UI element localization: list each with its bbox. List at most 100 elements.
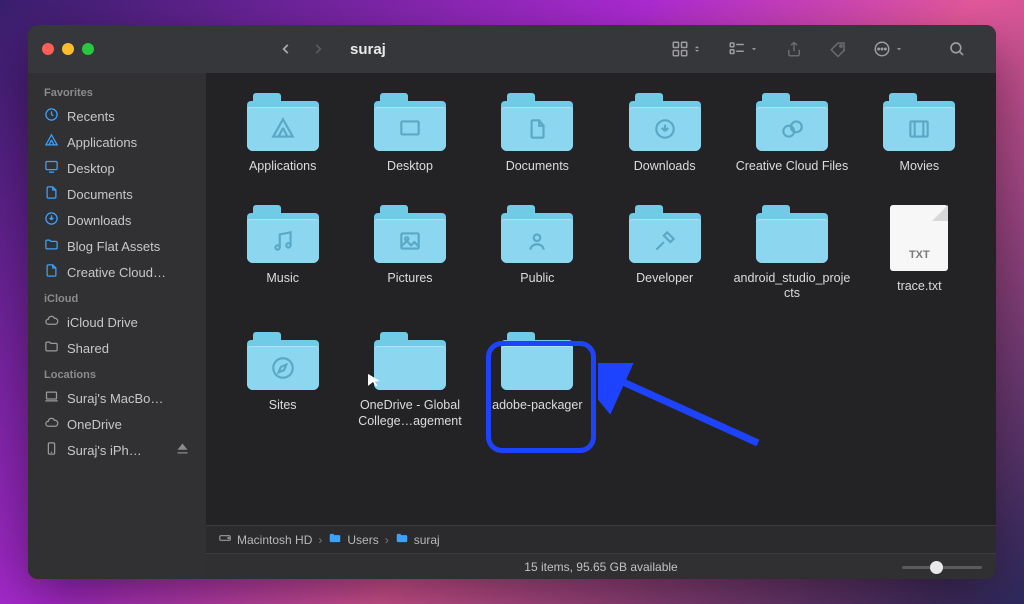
folder-item[interactable]: adobe-packager xyxy=(477,332,597,429)
folder-item[interactable]: Developer xyxy=(605,205,725,302)
folder-icon xyxy=(374,332,446,390)
forward-button[interactable] xyxy=(304,35,332,63)
folder-item[interactable]: android_studio_projects xyxy=(732,205,852,302)
minimize-button[interactable] xyxy=(62,43,74,55)
folder-item[interactable]: Pictures xyxy=(350,205,470,302)
pathbar-label: Macintosh HD xyxy=(237,533,312,547)
group-button[interactable] xyxy=(722,36,765,62)
folder-icon xyxy=(247,332,319,390)
appstore-icon xyxy=(44,133,59,151)
item-label: adobe-packager xyxy=(492,398,582,414)
pathbar-item[interactable]: Macintosh HD xyxy=(218,531,312,548)
titlebar: suraj xyxy=(28,25,996,73)
item-label: Pictures xyxy=(387,271,432,287)
folder-icon xyxy=(247,205,319,263)
file-item[interactable]: TXTtrace.txt xyxy=(859,205,979,302)
back-button[interactable] xyxy=(272,35,300,63)
sidebar-item-macbook[interactable]: Suraj's MacBo… xyxy=(28,385,206,411)
item-label: android_studio_projects xyxy=(733,271,851,302)
sidebar-item-label: Creative Cloud… xyxy=(67,265,166,280)
folder-item[interactable]: Music xyxy=(223,205,343,302)
folder-icon xyxy=(44,339,59,357)
pathbar-label: Users xyxy=(347,533,378,547)
item-label: Documents xyxy=(506,159,569,175)
file-icon: TXT xyxy=(890,205,948,271)
sidebar-item-shared[interactable]: Shared xyxy=(28,335,206,361)
sidebar-item-label: Desktop xyxy=(67,161,115,176)
folder-item[interactable]: Desktop xyxy=(350,93,470,175)
item-label: Applications xyxy=(249,159,316,175)
item-label: Developer xyxy=(636,271,693,287)
finder-window: suraj xyxy=(28,25,996,579)
pathbar-item[interactable]: Users xyxy=(328,531,378,548)
folder-icon xyxy=(374,205,446,263)
folder-icon xyxy=(756,205,828,263)
sidebar-heading: iCloud xyxy=(28,285,206,309)
file-grid-area[interactable]: Applications Desktop Documents Downloads Cre… xyxy=(206,73,996,525)
sidebar-item-recents[interactable]: Recents xyxy=(28,103,206,129)
traffic-lights xyxy=(42,43,94,55)
sidebar-heading: Locations xyxy=(28,361,206,385)
sidebar-item-creative-cloud[interactable]: Creative Cloud… xyxy=(28,259,206,285)
sidebar-item-label: Blog Flat Assets xyxy=(67,239,160,254)
view-icons-button[interactable] xyxy=(665,36,708,62)
sidebar-item-label: Suraj's iPh… xyxy=(67,443,142,458)
folder-item[interactable]: Creative Cloud Files xyxy=(732,93,852,175)
laptop-icon xyxy=(44,389,59,407)
action-button[interactable] xyxy=(867,36,910,62)
item-label: OneDrive - Global College…agement xyxy=(351,398,469,429)
pathbar-label: suraj xyxy=(414,533,440,547)
doc-icon xyxy=(44,185,59,203)
close-button[interactable] xyxy=(42,43,54,55)
item-label: Creative Cloud Files xyxy=(736,159,849,175)
sidebar-item-icloud-drive[interactable]: iCloud Drive xyxy=(28,309,206,335)
sidebar-item-label: Shared xyxy=(67,341,109,356)
icon-size-slider[interactable] xyxy=(902,560,982,574)
pathbar: Macintosh HD › Users › suraj xyxy=(206,525,996,553)
desktop-icon xyxy=(44,159,59,177)
item-label: Desktop xyxy=(387,159,433,175)
download-icon xyxy=(44,211,59,229)
tags-button[interactable] xyxy=(823,36,853,62)
sidebar-item-desktop[interactable]: Desktop xyxy=(28,155,206,181)
zoom-button[interactable] xyxy=(82,43,94,55)
cloud-icon xyxy=(44,415,59,433)
folder-item[interactable]: Downloads xyxy=(605,93,725,175)
folder-icon xyxy=(501,332,573,390)
pathbar-item[interactable]: suraj xyxy=(395,531,440,548)
search-button[interactable] xyxy=(942,36,972,62)
phone-icon xyxy=(44,441,59,459)
pathbar-separator: › xyxy=(385,533,389,547)
folder-icon xyxy=(395,531,409,548)
sidebar-item-label: Recents xyxy=(67,109,115,124)
status-text: 15 items, 95.65 GB available xyxy=(524,560,677,574)
sidebar-item-downloads[interactable]: Downloads xyxy=(28,207,206,233)
folder-item[interactable]: Movies xyxy=(859,93,979,175)
share-button[interactable] xyxy=(779,36,809,62)
item-label: Sites xyxy=(269,398,297,414)
folder-item[interactable]: OneDrive - Global College…agement xyxy=(350,332,470,429)
sidebar-item-blog-flat-assets[interactable]: Blog Flat Assets xyxy=(28,233,206,259)
clock-icon xyxy=(44,107,59,125)
sidebar-item-label: iCloud Drive xyxy=(67,315,138,330)
eject-icon[interactable] xyxy=(175,441,190,459)
window-title: suraj xyxy=(350,41,386,58)
folder-icon xyxy=(247,93,319,151)
doc-icon xyxy=(44,263,59,281)
folder-item[interactable]: Applications xyxy=(223,93,343,175)
folder-icon xyxy=(44,237,59,255)
sidebar-item-iphone[interactable]: Suraj's iPh… xyxy=(28,437,206,463)
folder-item[interactable]: Public xyxy=(477,205,597,302)
folder-item[interactable]: Documents xyxy=(477,93,597,175)
folder-icon xyxy=(328,531,342,548)
sidebar-item-applications[interactable]: Applications xyxy=(28,129,206,155)
sidebar-item-label: OneDrive xyxy=(67,417,122,432)
pathbar-separator: › xyxy=(318,533,322,547)
sidebar-item-documents[interactable]: Documents xyxy=(28,181,206,207)
sidebar-item-onedrive[interactable]: OneDrive xyxy=(28,411,206,437)
folder-item[interactable]: Sites xyxy=(223,332,343,429)
statusbar: 15 items, 95.65 GB available xyxy=(206,553,996,579)
folder-icon xyxy=(374,93,446,151)
sidebar-item-label: Applications xyxy=(67,135,137,150)
folder-icon xyxy=(756,93,828,151)
